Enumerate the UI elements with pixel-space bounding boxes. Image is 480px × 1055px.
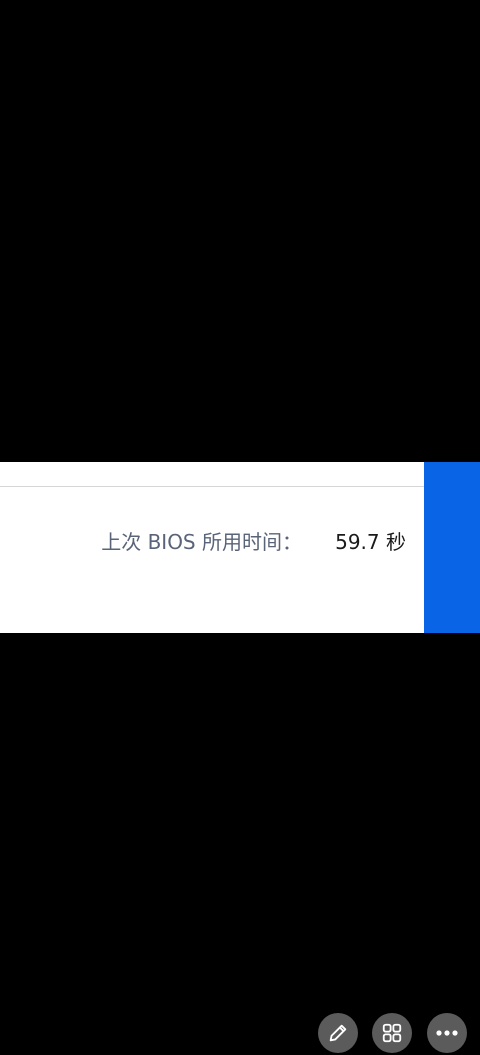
bios-time-value: 59.7 秒 xyxy=(335,530,406,554)
startup-panel: 上次 BIOS 所用时间： 59.7 秒 xyxy=(0,462,424,633)
pencil-icon xyxy=(327,1022,349,1044)
blue-side-bar xyxy=(424,462,480,633)
panel-divider xyxy=(0,486,424,487)
bios-time-label: 上次 BIOS 所用时间： xyxy=(101,530,302,554)
edit-button[interactable] xyxy=(318,1013,358,1053)
task-manager-photo: 上次 BIOS 所用时间： 59.7 秒 xyxy=(0,462,480,633)
photo-viewer: 上次 BIOS 所用时间： 59.7 秒 xyxy=(0,0,480,1055)
apps-button[interactable] xyxy=(372,1013,412,1053)
more-button[interactable] xyxy=(427,1013,467,1053)
more-icon xyxy=(435,1029,459,1037)
bios-time-row: 上次 BIOS 所用时间： 59.7 秒 xyxy=(0,524,424,556)
grid-icon xyxy=(381,1022,403,1044)
